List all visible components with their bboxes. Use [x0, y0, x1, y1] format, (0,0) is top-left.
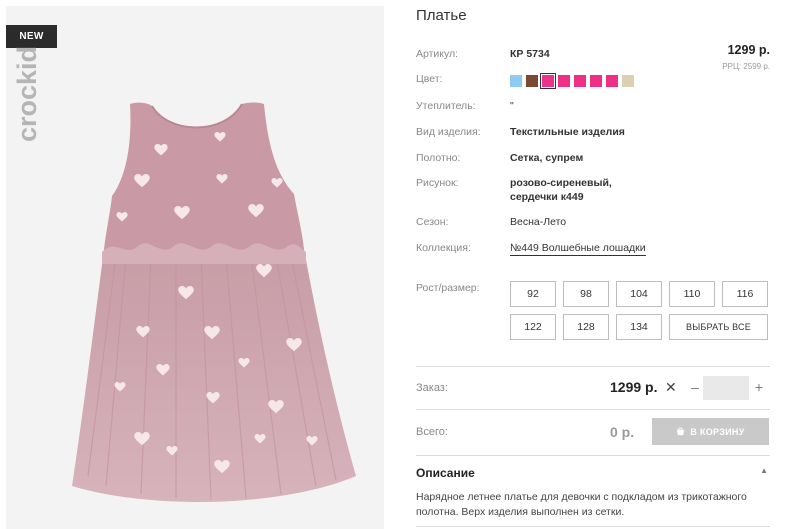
add-to-cart-label: В КОРЗИНУ: [690, 426, 745, 437]
total-label: Всего:: [416, 426, 448, 438]
size-option[interactable]: 122: [510, 314, 556, 340]
color-swatch[interactable]: [510, 75, 522, 87]
collection-link[interactable]: №449 Волшебные лошадки: [510, 242, 646, 256]
rrp-price: РРЦ: 2599 р.: [722, 62, 770, 71]
size-option[interactable]: 104: [616, 281, 662, 307]
attr-label: Цвет:: [416, 73, 443, 85]
divider: [416, 409, 770, 410]
product-price: 1299 р.: [727, 43, 770, 57]
add-to-cart-button[interactable]: В КОРЗИНУ: [652, 418, 769, 445]
attr-value: Весна-Лето: [510, 216, 567, 228]
size-option[interactable]: 134: [616, 314, 662, 340]
product-photo[interactable]: NEW crockid: [6, 6, 384, 529]
attr-label: Артикул:: [416, 48, 459, 60]
size-option[interactable]: 98: [563, 281, 609, 307]
divider: [416, 526, 770, 527]
attr-value: розово-сиреневый,: [510, 177, 612, 189]
attr-label: Сезон:: [416, 216, 449, 228]
attr-value: сердечки к449: [510, 191, 584, 203]
size-option[interactable]: 92: [510, 281, 556, 307]
attr-value: ": [510, 100, 514, 112]
order-price: 1299 р.: [610, 379, 658, 395]
description-title[interactable]: Описание: [416, 466, 475, 480]
attr-value: Текстильные изделия: [510, 126, 625, 138]
size-option[interactable]: 128: [563, 314, 609, 340]
cart-icon: [677, 427, 685, 436]
attr-value: КР 5734: [510, 48, 550, 60]
collapse-icon[interactable]: ▲: [760, 466, 768, 475]
times-icon: ✕: [665, 379, 677, 395]
attr-label: Полотно:: [416, 152, 461, 164]
increase-quantity-button[interactable]: +: [752, 379, 766, 395]
color-swatch[interactable]: [574, 75, 586, 87]
color-swatch[interactable]: [539, 72, 557, 90]
size-option[interactable]: 116: [722, 281, 768, 307]
decrease-quantity-button[interactable]: –: [688, 379, 702, 395]
product-title: Платье: [416, 7, 467, 24]
color-swatch[interactable]: [558, 75, 570, 87]
attr-label: Утеплитель:: [416, 100, 476, 112]
color-swatch[interactable]: [526, 75, 538, 87]
quantity-input[interactable]: [703, 376, 749, 400]
size-option[interactable]: 110: [669, 281, 715, 307]
total-value: 0 р.: [610, 424, 635, 440]
size-selector: 92 98 104 110 116 122 128 134 ВЫБРАТЬ ВС…: [510, 281, 768, 340]
color-swatch[interactable]: [606, 75, 618, 87]
attr-label: Вид изделия:: [416, 126, 481, 138]
attr-label: Коллекция:: [416, 242, 471, 254]
color-swatch[interactable]: [622, 75, 634, 87]
color-swatches: [510, 72, 634, 90]
attr-label: Рисунок:: [416, 177, 459, 189]
order-label: Заказ:: [416, 382, 448, 394]
crockid-logo-icon: crockid: [12, 46, 42, 142]
product-info: Платье 1299 р. РРЦ: 2599 р. Артикул: КР …: [416, 0, 770, 529]
divider: [416, 366, 770, 367]
attr-value: Сетка, супрем: [510, 152, 584, 164]
color-swatch[interactable]: [590, 75, 602, 87]
description-text: Нарядное летнее платье для девочки с под…: [416, 491, 747, 518]
brand-name: crockid: [12, 46, 42, 142]
select-all-sizes-button[interactable]: ВЫБРАТЬ ВСЕ: [669, 314, 768, 340]
sizes-label: Рост/размер:: [416, 282, 480, 294]
dress-image: [72, 102, 356, 503]
divider: [416, 455, 770, 456]
